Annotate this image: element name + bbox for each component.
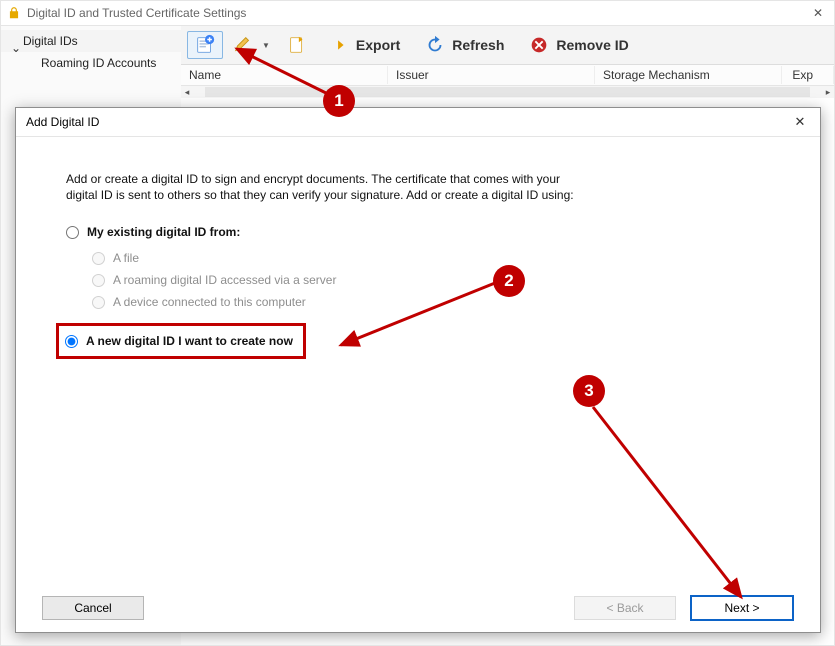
refresh-button[interactable]: Refresh bbox=[413, 29, 515, 61]
radio-existing[interactable]: My existing digital ID from: bbox=[66, 221, 770, 243]
radio-roaming: A roaming digital ID accessed via a serv… bbox=[92, 269, 770, 291]
sidebar-item-roaming[interactable]: Roaming ID Accounts bbox=[1, 52, 181, 74]
col-name[interactable]: Name bbox=[181, 66, 388, 84]
horizontal-scrollbar[interactable]: ◂▸ bbox=[181, 86, 834, 98]
lock-icon bbox=[7, 6, 21, 20]
cancel-button[interactable]: Cancel bbox=[42, 596, 144, 620]
list-header: Name Issuer Storage Mechanism Exp bbox=[181, 65, 834, 86]
add-digital-id-dialog: Add Digital ID ✕ Add or create a digital… bbox=[15, 107, 821, 633]
close-icon[interactable]: ✕ bbox=[790, 114, 810, 130]
step-3-badge: 3 bbox=[573, 375, 605, 407]
radio-file-input bbox=[92, 252, 105, 265]
radio-roaming-label: A roaming digital ID accessed via a serv… bbox=[113, 273, 336, 287]
export-button[interactable]: Export bbox=[317, 29, 411, 61]
radio-existing-input[interactable] bbox=[66, 226, 79, 239]
step-1-badge: 1 bbox=[323, 85, 355, 117]
col-expires[interactable]: Exp bbox=[782, 66, 834, 84]
export-label: Export bbox=[356, 37, 400, 53]
next-button[interactable]: Next > bbox=[690, 595, 794, 621]
radio-file-label: A file bbox=[113, 251, 139, 265]
window-title: Digital ID and Trusted Certificate Setti… bbox=[27, 6, 808, 20]
radio-device-label: A device connected to this computer bbox=[113, 295, 306, 309]
main-titlebar: Digital ID and Trusted Certificate Setti… bbox=[1, 1, 834, 26]
dialog-intro: Add or create a digital ID to sign and e… bbox=[66, 171, 586, 203]
edit-button[interactable]: ▼ bbox=[225, 31, 277, 59]
toolbar: ▼ Export Refresh Remove bbox=[181, 26, 834, 65]
col-storage[interactable]: Storage Mechanism bbox=[595, 66, 782, 84]
dialog-title: Add Digital ID bbox=[26, 115, 790, 129]
close-icon[interactable]: ✕ bbox=[808, 6, 828, 20]
radio-device: A device connected to this computer bbox=[92, 291, 770, 313]
radio-new-input[interactable] bbox=[65, 335, 78, 348]
radio-device-input bbox=[92, 296, 105, 309]
add-id-button[interactable] bbox=[187, 31, 223, 59]
highlight-box: A new digital ID I want to create now bbox=[56, 323, 306, 359]
sidebar-item-digital-ids[interactable]: Digital IDs bbox=[1, 30, 181, 52]
radio-roaming-input bbox=[92, 274, 105, 287]
radio-existing-label: My existing digital ID from: bbox=[87, 225, 240, 239]
radio-new[interactable]: A new digital ID I want to create now bbox=[65, 330, 293, 352]
radio-new-label: A new digital ID I want to create now bbox=[86, 334, 293, 348]
radio-file: A file bbox=[92, 247, 770, 269]
chevron-down-icon[interactable]: ⌄ bbox=[11, 41, 21, 55]
back-button: < Back bbox=[574, 596, 676, 620]
refresh-label: Refresh bbox=[452, 37, 504, 53]
remove-id-button[interactable]: Remove ID bbox=[517, 29, 639, 61]
step-2-badge: 2 bbox=[493, 265, 525, 297]
col-issuer[interactable]: Issuer bbox=[388, 66, 595, 84]
options-button[interactable] bbox=[279, 31, 315, 59]
remove-label: Remove ID bbox=[556, 37, 628, 53]
